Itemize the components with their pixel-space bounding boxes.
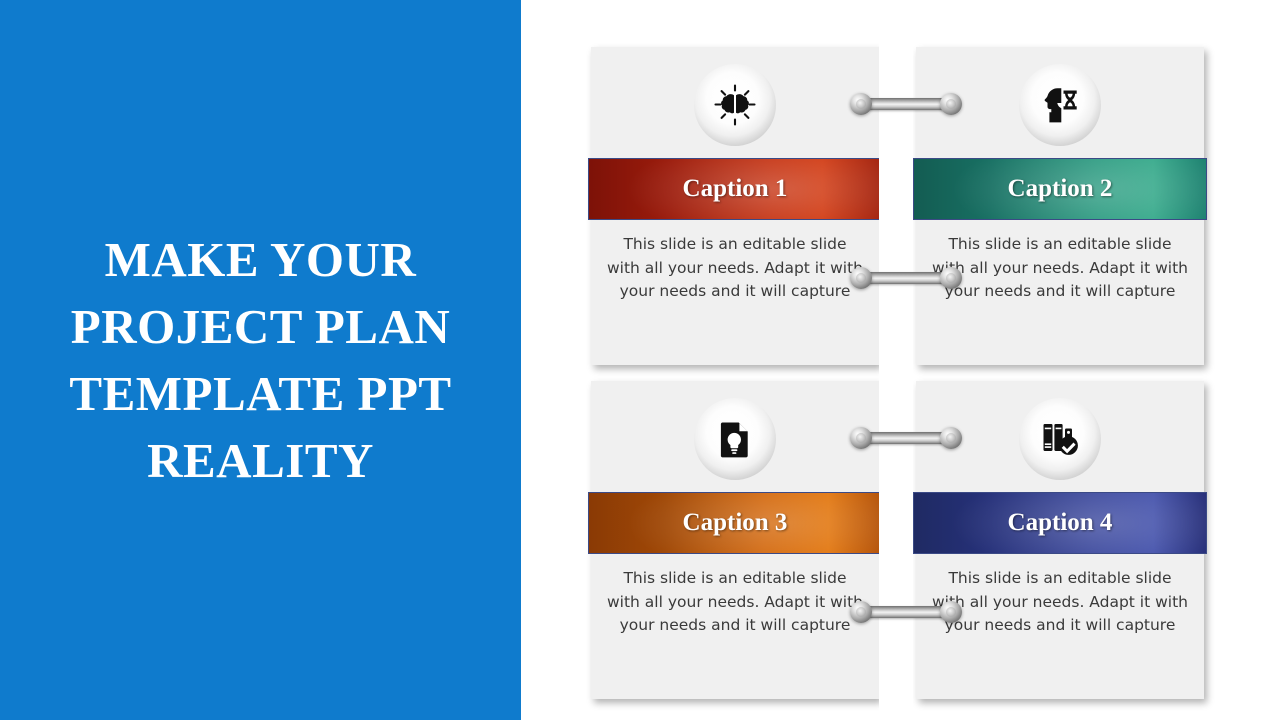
connector-bottom-horizontal	[850, 601, 962, 623]
connector-top-horizontal	[850, 93, 962, 115]
card-1-caption[interactable]: Caption 1	[588, 158, 882, 220]
card-3-caption[interactable]: Caption 3	[588, 492, 882, 554]
connector-knob-right	[940, 93, 962, 115]
connector-knob-left	[850, 267, 872, 289]
icon-circle	[694, 398, 776, 480]
connector-upper-middle	[850, 267, 962, 289]
connector-knob-right	[940, 601, 962, 623]
card-4-icon-wrap	[1019, 398, 1101, 480]
card-4-body: This slide is an editable slide with all…	[932, 569, 1188, 635]
icon-circle	[1019, 64, 1101, 146]
cards-area: Caption 1 This slide is an editable slid…	[521, 0, 1280, 720]
card-3-body: This slide is an editable slide with all…	[607, 569, 863, 635]
card-1-icon-wrap	[694, 64, 776, 146]
card-1-body: This slide is an editable slide with all…	[607, 235, 863, 301]
connector-knob-left	[850, 93, 872, 115]
connector-knob-left	[850, 427, 872, 449]
connector-knob-right	[940, 427, 962, 449]
card-4-caption[interactable]: Caption 4	[913, 492, 1207, 554]
card-3-icon-wrap	[694, 398, 776, 480]
card-1[interactable]: Caption 1 This slide is an editable slid…	[588, 47, 882, 365]
icon-circle	[1019, 398, 1101, 480]
card-2-body: This slide is an editable slide with all…	[932, 235, 1188, 301]
icon-circle	[694, 64, 776, 146]
books-checkmark-icon	[1038, 417, 1082, 461]
title-panel: MAKE YOUR PROJECT PLAN TEMPLATE PPT REAL…	[0, 0, 521, 720]
brain-idea-icon	[713, 83, 757, 127]
connector-bar	[862, 432, 950, 444]
card-2-caption[interactable]: Caption 2	[913, 158, 1207, 220]
connector-bar	[862, 606, 950, 618]
card-3[interactable]: Caption 3 This slide is an editable slid…	[588, 381, 882, 699]
connector-lower-middle	[850, 427, 962, 449]
head-hourglass-icon	[1038, 83, 1082, 127]
connector-bar	[862, 98, 950, 110]
connector-knob-right	[940, 267, 962, 289]
connector-bar	[862, 272, 950, 284]
connector-knob-left	[850, 601, 872, 623]
card-2-icon-wrap	[1019, 64, 1101, 146]
slide-canvas: MAKE YOUR PROJECT PLAN TEMPLATE PPT REAL…	[0, 0, 1280, 720]
document-lightbulb-icon	[714, 418, 756, 460]
page-title: MAKE YOUR PROJECT PLAN TEMPLATE PPT REAL…	[69, 231, 452, 489]
